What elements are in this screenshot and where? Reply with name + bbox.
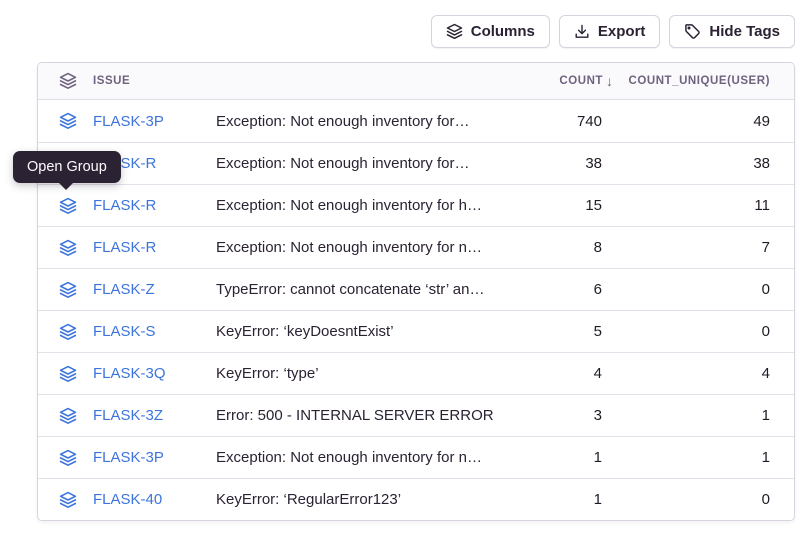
count-value: 8 [506,239,626,256]
count-unique-value: 0 [626,491,794,508]
issue-link[interactable]: FLASK-40 [93,491,162,508]
issue-cell: FLASK-3Q [38,365,216,383]
count-unique-value: 49 [626,113,794,130]
issue-link[interactable]: FLASK-S [93,323,156,340]
count-column-header[interactable]: COUNT ↓ [506,73,626,89]
count-unique-value: 38 [626,155,794,172]
table-row[interactable]: FLASK-3P Exception: Not enough inventory… [38,100,794,142]
export-button[interactable]: Export [559,15,661,48]
count-unique-column-header[interactable]: COUNT_UNIQUE(USER) [626,75,794,87]
open-group-icon[interactable] [59,281,77,299]
sort-descending-icon: ↓ [606,73,613,89]
issue-cell: FLASK-R [38,239,216,257]
tag-icon [684,23,701,40]
issue-link[interactable]: FLASK-3Z [93,407,163,424]
issue-link[interactable]: FLASK-R [93,197,156,214]
issue-cell: FLASK-3Z [38,407,216,425]
issue-link[interactable]: FLASK-3Q [93,365,166,382]
issue-title: Exception: Not enough inventory for n… [216,239,506,256]
count-value: 6 [506,281,626,298]
open-group-tooltip-label: Open Group [27,159,107,175]
count-unique-value: 0 [626,323,794,340]
open-group-icon[interactable] [59,112,77,130]
table-row[interactable]: FLASK-Z TypeError: cannot concatenate ‘s… [38,268,794,310]
open-group-icon[interactable] [59,449,77,467]
issues-table: ISSUE COUNT ↓ COUNT_UNIQUE(USER) FLASK-3… [37,62,795,521]
tooltip-arrow [58,182,74,190]
count-unique-value: 1 [626,407,794,424]
table-row[interactable]: FLASK-S KeyError: ‘keyDoesntExist’ 5 0 [38,310,794,352]
count-value: 4 [506,365,626,382]
issue-title: Error: 500 - INTERNAL SERVER ERROR [216,407,506,424]
table-row[interactable]: FLASK-R Exception: Not enough inventory … [38,184,794,226]
count-unique-value: 7 [626,239,794,256]
open-group-icon[interactable] [59,239,77,257]
issue-cell: FLASK-3P [38,449,216,467]
issues-page: Columns Export Hide Tags [0,0,807,538]
issue-title: KeyError: ‘type’ [216,365,506,382]
stack-icon [59,72,77,90]
count-value: 15 [506,197,626,214]
issue-title: TypeError: cannot concatenate ‘str’ an… [216,281,506,298]
issue-cell: FLASK-R [38,197,216,215]
table-row[interactable]: FLASK-3Z Error: 500 - INTERNAL SERVER ER… [38,394,794,436]
count-value: 1 [506,449,626,466]
columns-button[interactable]: Columns [431,15,550,48]
issue-column-label: ISSUE [93,75,130,87]
issue-cell: FLASK-40 [38,491,216,509]
download-icon [574,24,590,40]
open-group-tooltip: Open Group [13,151,121,183]
table-row[interactable]: FLASK-R Exception: Not enough inventory … [38,226,794,268]
count-unique-value: 11 [626,197,794,214]
export-button-label: Export [598,23,646,40]
open-group-icon[interactable] [59,365,77,383]
issue-column-header: ISSUE [38,72,216,90]
count-value: 5 [506,323,626,340]
issue-cell: FLASK-S [38,323,216,341]
count-value: 1 [506,491,626,508]
count-value: 740 [506,113,626,130]
stack-icon [446,23,463,40]
issue-link[interactable]: FLASK-Z [93,281,155,298]
table-row[interactable]: FLASK-R Exception: Not enough inventory … [38,142,794,184]
hide-tags-button[interactable]: Hide Tags [669,15,795,48]
issue-cell: FLASK-3P [38,112,216,130]
open-group-icon[interactable] [59,407,77,425]
issue-link[interactable]: FLASK-3P [93,449,164,466]
issue-cell: FLASK-Z [38,281,216,299]
columns-button-label: Columns [471,23,535,40]
issue-title: KeyError: ‘keyDoesntExist’ [216,323,506,340]
open-group-icon[interactable] [59,323,77,341]
table-body: FLASK-3P Exception: Not enough inventory… [38,100,794,520]
count-column-label: COUNT [559,75,603,87]
issue-title: Exception: Not enough inventory for… [216,155,506,172]
issue-title: Exception: Not enough inventory for h… [216,197,506,214]
count-unique-value: 4 [626,365,794,382]
open-group-icon[interactable] [59,197,77,215]
open-group-icon[interactable] [59,491,77,509]
table-row[interactable]: FLASK-3Q KeyError: ‘type’ 4 4 [38,352,794,394]
table-row[interactable]: FLASK-3P Exception: Not enough inventory… [38,436,794,478]
issue-title: Exception: Not enough inventory for… [216,113,506,130]
count-value: 3 [506,407,626,424]
hide-tags-button-label: Hide Tags [709,23,780,40]
table-toolbar: Columns Export Hide Tags [431,15,795,48]
issue-title: Exception: Not enough inventory for n… [216,449,506,466]
issue-link[interactable]: FLASK-R [93,239,156,256]
count-unique-value: 1 [626,449,794,466]
count-value: 38 [506,155,626,172]
issue-title: KeyError: ‘RegularError123’ [216,491,506,508]
issue-link[interactable]: FLASK-3P [93,113,164,130]
table-header-row: ISSUE COUNT ↓ COUNT_UNIQUE(USER) [38,63,794,100]
count-unique-value: 0 [626,281,794,298]
table-row[interactable]: FLASK-40 KeyError: ‘RegularError123’ 1 0 [38,478,794,520]
